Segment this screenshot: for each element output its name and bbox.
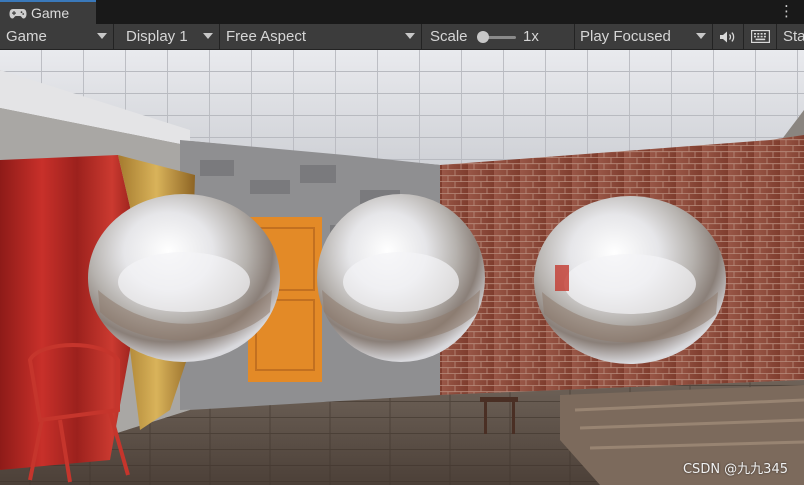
chevron-down-icon [203, 33, 213, 39]
keyboard-icon [751, 30, 770, 43]
stats-keyboard-button[interactable] [744, 24, 777, 49]
mute-audio-button[interactable] [713, 24, 744, 49]
game-view-toolbar: Game Display 1 Free Aspect Scale 1x Play… [0, 24, 804, 50]
scale-slider-handle[interactable] [477, 31, 489, 43]
scene-render [0, 50, 804, 485]
display-label: Display 1 [126, 28, 188, 45]
chevron-down-icon [97, 33, 107, 39]
game-mode-label: Game [6, 28, 47, 45]
aspect-dropdown[interactable]: Free Aspect [220, 24, 422, 49]
chevron-down-icon [696, 33, 706, 39]
chrome-sphere-middle [317, 194, 485, 362]
chrome-sphere-left [88, 194, 280, 362]
stats-button[interactable]: Sta [777, 24, 804, 49]
chrome-sphere-right [534, 196, 726, 364]
chevron-down-icon [405, 33, 415, 39]
game-viewport[interactable]: CSDN @九九345 [0, 50, 804, 485]
window-tab-bar: Game ⋮ [0, 0, 804, 24]
gamepad-icon [9, 8, 27, 19]
aspect-label: Free Aspect [226, 28, 307, 45]
game-mode-dropdown[interactable]: Game [0, 24, 114, 49]
tab-game-label: Game [31, 5, 70, 21]
kebab-menu-icon[interactable]: ⋮ [779, 2, 794, 22]
display-dropdown[interactable]: Display 1 [114, 24, 220, 49]
play-mode-dropdown[interactable]: Play Focused [575, 24, 713, 49]
speaker-icon [720, 31, 735, 42]
tab-game[interactable]: Game [0, 0, 96, 24]
stats-label: Sta [783, 28, 804, 45]
watermark-text: CSDN @九九345 [682, 462, 788, 477]
play-mode-label: Play Focused [580, 28, 671, 45]
scale-label: Scale [430, 28, 468, 45]
scale-value: 1x [523, 28, 539, 45]
